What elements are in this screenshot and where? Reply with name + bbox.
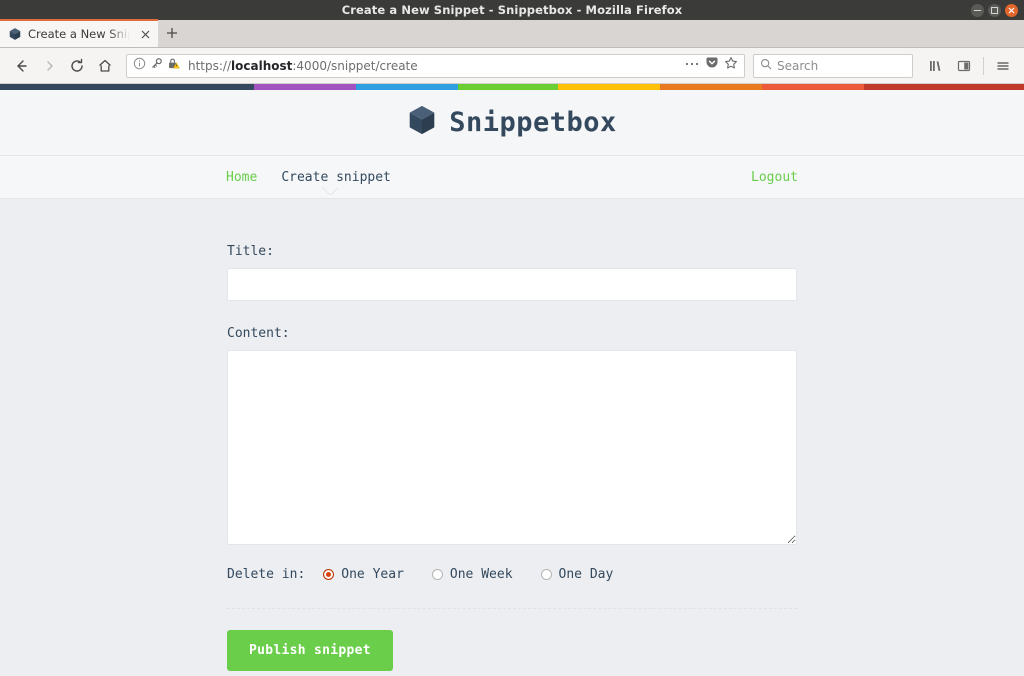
snippetbox-box-favicon <box>8 27 22 41</box>
window-controls <box>971 0 1018 20</box>
browser-tab-active[interactable]: Create a New Snippe <box>0 19 158 47</box>
radio-label-one-day: One Day <box>558 567 614 582</box>
radio-label-one-week: One Week <box>449 567 513 582</box>
back-button[interactable] <box>8 53 34 79</box>
expires-label: Delete in: <box>227 567 306 582</box>
maximize-button[interactable] <box>988 3 1001 17</box>
close-button[interactable] <box>1005 3 1018 17</box>
site-nav: Home Create snippet Logout <box>0 155 1024 199</box>
tab-strip: Create a New Snippe <box>0 19 1024 48</box>
url-text: https://localhost:4000/snippet/create <box>184 59 680 73</box>
toolbar-separator <box>983 56 984 75</box>
radio-dot-one-day[interactable] <box>540 569 552 580</box>
url-identity-icons <box>133 57 180 75</box>
radio-option-one-year[interactable]: One Year <box>323 567 404 582</box>
site-logo-link[interactable]: Snippetbox <box>407 104 617 141</box>
info-icon[interactable] <box>133 57 146 75</box>
url-scheme: https:// <box>188 58 232 73</box>
active-nav-caret-icon <box>322 186 338 195</box>
site-header: Snippetbox <box>0 90 1024 155</box>
nav-link-home[interactable]: Home <box>226 170 257 185</box>
search-bar[interactable]: Search <box>753 53 913 78</box>
new-tab-button[interactable] <box>158 19 186 47</box>
radio-label-one-year: One Year <box>341 567 404 582</box>
bookmark-star-icon[interactable] <box>724 56 738 75</box>
close-icon[interactable] <box>138 27 152 41</box>
pocket-icon[interactable] <box>705 56 719 75</box>
main-content: Title: Content: Delete in: One Year One … <box>0 199 1024 676</box>
key-icon[interactable] <box>150 57 163 75</box>
window-title: Create a New Snippet - Snippetbox - Mozi… <box>341 3 683 17</box>
page-content: Snippetbox Home Create snippet Logout Ti… <box>0 90 1024 676</box>
hamburger-menu-icon[interactable] <box>990 53 1016 79</box>
title-label: Title: <box>227 244 274 259</box>
tab-title: Create a New Snippe <box>28 27 132 41</box>
page-actions-ellipsis-icon[interactable] <box>684 56 700 75</box>
reload-button[interactable] <box>64 53 90 79</box>
browser-window: Create a New Snippet - Snippetbox - Mozi… <box>0 0 1024 676</box>
content-field-group: Content: <box>227 326 797 545</box>
expires-field-group: Delete in: One Year One Week One Day <box>227 567 797 582</box>
browser-toolbar: https://localhost:4000/snippet/create Se… <box>0 48 1024 84</box>
forward-button[interactable] <box>36 53 62 79</box>
url-host: localhost <box>231 58 293 73</box>
publish-snippet-button[interactable]: Publish snippet <box>227 630 393 671</box>
create-snippet-form: Title: Content: Delete in: One Year One … <box>227 244 797 676</box>
sidebar-icon[interactable] <box>951 53 977 79</box>
title-bar: Create a New Snippet - Snippetbox - Mozi… <box>0 0 1024 20</box>
url-path: :4000/snippet/create <box>292 58 418 73</box>
form-divider <box>227 608 797 609</box>
browser-toolbar-right <box>923 53 1016 79</box>
url-bar[interactable]: https://localhost:4000/snippet/create <box>126 53 745 78</box>
content-textarea[interactable] <box>227 350 797 545</box>
minimize-button[interactable] <box>971 3 984 17</box>
box-logo-icon <box>407 104 437 141</box>
content-label: Content: <box>227 326 290 341</box>
search-icon <box>760 57 772 75</box>
radio-dot-one-week[interactable] <box>431 569 443 580</box>
title-input[interactable] <box>227 268 797 301</box>
title-field-group: Title: <box>227 244 797 301</box>
search-input[interactable]: Search <box>777 59 818 73</box>
site-title: Snippetbox <box>449 107 617 138</box>
insecure-lock-icon[interactable] <box>167 57 180 75</box>
radio-option-one-week[interactable]: One Week <box>431 567 513 582</box>
radio-dot-one-year[interactable] <box>323 569 335 580</box>
url-action-icons <box>684 56 740 75</box>
library-icon[interactable] <box>923 53 949 79</box>
home-button[interactable] <box>92 53 118 79</box>
nav-link-create-snippet[interactable]: Create snippet <box>281 170 391 185</box>
nav-link-logout[interactable]: Logout <box>751 170 798 185</box>
radio-option-one-day[interactable]: One Day <box>540 567 614 582</box>
